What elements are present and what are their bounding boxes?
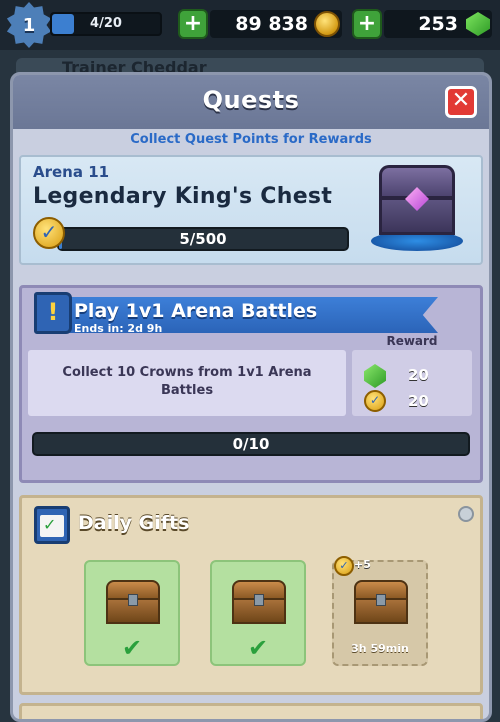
quest-points-medal-icon: ✓ [334,556,354,576]
close-button[interactable]: ✕ [445,86,477,118]
quest-points-progress-text: 5/500 [179,230,227,248]
quest-ends-in: Ends in: 2d 9h [74,322,163,335]
legendary-chest-icon[interactable] [371,157,463,257]
gold-coin-icon [314,11,340,37]
quests-modal: Quests ✕ Collect Quest Points for Reward… [10,72,492,722]
xp-progress-text: 4/20 [90,16,122,31]
buy-gems-button[interactable]: + [352,9,382,39]
gift-slot-1[interactable]: ✔ [84,560,180,666]
calendar-icon: ✓ [34,506,70,544]
buy-gold-button[interactable]: + [178,9,208,39]
gift-slot-3[interactable]: ✓ +5 3h 59min [332,556,428,666]
quests-subtitle: Collect Quest Points for Rewards [130,132,372,147]
player-level[interactable]: 1 [6,2,52,48]
quest-description: Collect 10 Crowns from 1v1 Arena Battles [62,365,312,398]
reward-gem-icon [364,364,386,388]
reward-gems-row: 20 [364,364,464,388]
daily-gifts-title: Daily Gifts [78,512,190,534]
wooden-chest-icon [106,580,160,624]
chest-lock-icon [254,594,264,606]
wooden-chest-icon [354,580,408,624]
check-icon: ✔ [247,634,269,662]
gift-bonus-value: +5 [354,558,371,571]
quest-book-icon: ! [34,292,72,334]
quest-title: Play 1v1 Arena Battles [74,300,318,322]
xp-progress-bar[interactable]: 4/20 [50,12,162,36]
reward-medal-icon: ✓ [364,390,386,412]
modal-title: Quests [202,86,300,114]
reward-gems-value: 20 [408,366,429,384]
chest-lock-icon [376,594,386,606]
reward-points-row: ✓ 20 [364,390,464,414]
quest-progress-text: 0/10 [232,435,270,453]
gift-bonus: ✓ +5 [334,556,371,582]
daily-gifts-card: ✓ Daily Gifts ✔ ✔ ✓ +5 3h 59min [19,495,483,695]
quest-progress-bar: 0/10 [32,432,470,456]
next-card-edge [19,703,483,719]
chest-lock-icon [128,594,138,606]
arena-chest-card[interactable]: Arena 11 Legendary King's Chest 5/500 ✓ [19,155,483,265]
check-icon: ✔ [121,634,143,662]
pin-icon [458,506,474,522]
quest-description-box: Collect 10 Crowns from 1v1 Arena Battles [28,350,346,416]
wooden-chest-icon [232,580,286,624]
quest-points-medal-icon: ✓ [33,217,65,249]
reward-points-value: 20 [408,392,429,410]
chest-name: Legendary King's Chest [33,184,333,209]
gift-slot-2[interactable]: ✔ [210,560,306,666]
arena-label: Arena 11 [33,163,110,181]
reward-label: Reward [386,334,438,348]
quest-points-progress-bar: 5/500 [57,227,349,251]
quest-card[interactable]: ! Play 1v1 Arena Battles Ends in: 2d 9h … [19,285,483,483]
top-resource-bar: 1 4/20 + 89 838 + 253 [0,0,500,50]
gift-timer: 3h 59min [351,642,409,655]
